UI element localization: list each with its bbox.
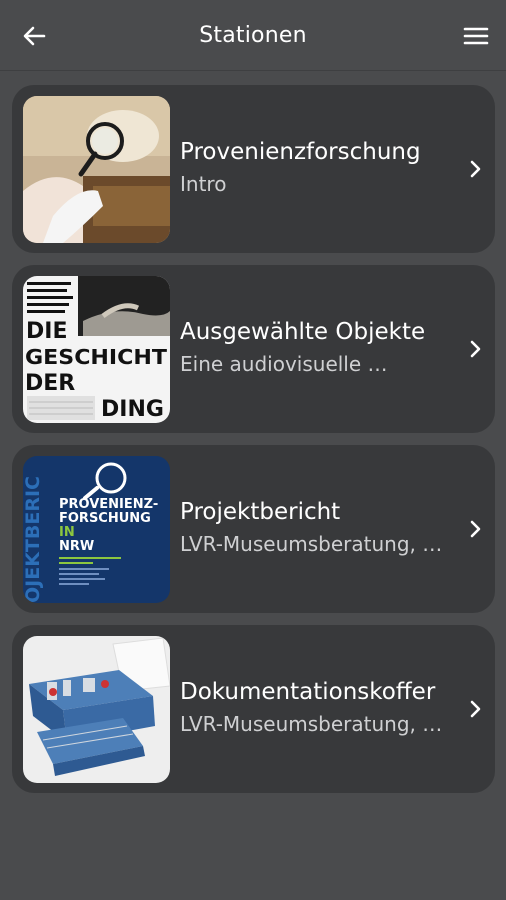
chevron-right-icon bbox=[470, 340, 481, 358]
station-thumbnail bbox=[23, 636, 170, 783]
station-card-provenienzforschung[interactable]: Provenienzforschung Intro bbox=[12, 85, 495, 253]
poster-line-3: DER bbox=[25, 371, 75, 396]
station-card-projektbericht[interactable]: OJEKTBERIC PROVENIENZ- FORSCHUNG IN NRW … bbox=[12, 445, 495, 613]
hamburger-menu-icon[interactable] bbox=[460, 20, 492, 52]
magnifier-photo bbox=[23, 96, 170, 243]
station-title: Ausgewählte Objekte bbox=[180, 319, 426, 345]
station-text: Projektbericht LVR-Museumsberatung, … bbox=[180, 497, 456, 559]
station-text: Provenienzforschung Intro bbox=[180, 137, 456, 199]
poster-geschichte-der-ding: DIE GESCHICHT DER DING bbox=[23, 276, 170, 423]
station-text: Ausgewählte Objekte Eine audiovisuelle … bbox=[180, 317, 456, 379]
chevron-right-icon bbox=[470, 700, 481, 718]
station-subtitle: Intro bbox=[180, 172, 227, 196]
arrow-left-icon[interactable] bbox=[18, 20, 50, 52]
station-title: Provenienzforschung bbox=[180, 139, 421, 165]
station-text: Dokumentationskoffer LVR-Museumsberatung… bbox=[180, 677, 456, 739]
page-title: Stationen bbox=[199, 22, 307, 48]
station-subtitle: LVR-Museumsberatung, … bbox=[180, 712, 443, 736]
station-title: Projektbericht bbox=[180, 499, 341, 525]
poster-line-2: GESCHICHT bbox=[25, 345, 167, 369]
cover-spine: OJEKTBERIC bbox=[23, 476, 44, 603]
station-subtitle: Eine audiovisuelle … bbox=[180, 352, 388, 376]
cover-line-4: NRW bbox=[59, 539, 94, 554]
app-bar: Stationen bbox=[0, 0, 506, 71]
station-title: Dokumentationskoffer bbox=[180, 679, 436, 705]
chevron-right-icon bbox=[470, 520, 481, 538]
station-thumbnail bbox=[23, 96, 170, 243]
poster-line-1: DIE bbox=[26, 319, 67, 344]
toolbox-photo bbox=[23, 636, 170, 783]
station-thumbnail: OJEKTBERIC PROVENIENZ- FORSCHUNG IN NRW bbox=[23, 456, 170, 603]
station-subtitle: LVR-Museumsberatung, … bbox=[180, 532, 443, 556]
chevron-right-icon bbox=[470, 160, 481, 178]
cover-line-3: IN bbox=[59, 525, 75, 540]
cover-line-2: FORSCHUNG bbox=[59, 511, 151, 526]
station-list: Provenienzforschung Intro DIE GESCHICHT bbox=[12, 85, 495, 805]
station-card-dokumentationskoffer[interactable]: Dokumentationskoffer LVR-Museumsberatung… bbox=[12, 625, 495, 793]
station-thumbnail: DIE GESCHICHT DER DING bbox=[23, 276, 170, 423]
station-card-ausgewaehlte-objekte[interactable]: DIE GESCHICHT DER DING Ausgewählte Objek… bbox=[12, 265, 495, 433]
poster-line-4: DING bbox=[101, 397, 164, 422]
cover-line-1: PROVENIENZ- bbox=[59, 497, 158, 512]
report-cover: OJEKTBERIC PROVENIENZ- FORSCHUNG IN NRW bbox=[23, 456, 170, 603]
